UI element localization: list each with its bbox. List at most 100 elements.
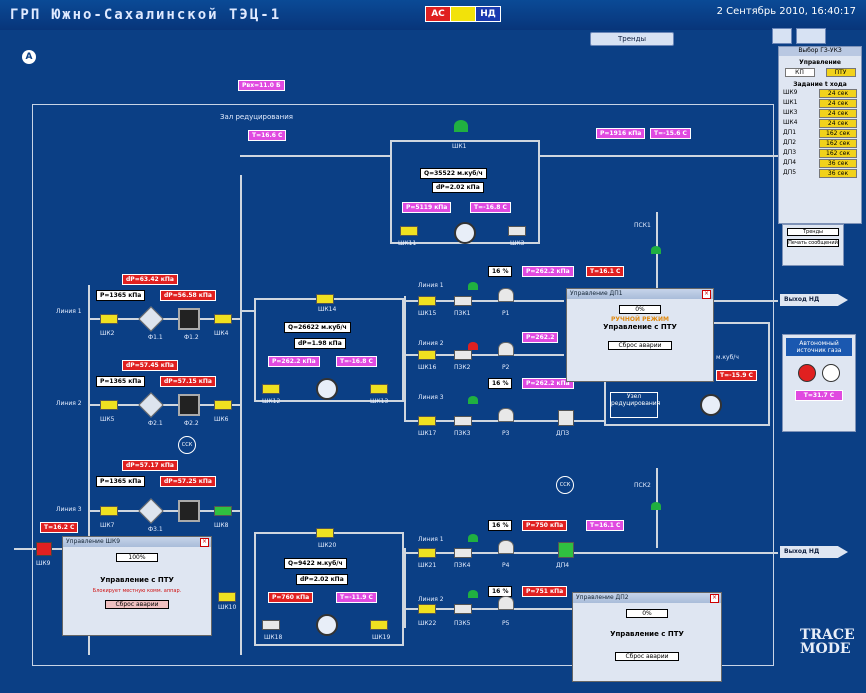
control-title: Управление	[799, 59, 841, 66]
bottom-line1-shk-valve[interactable]	[418, 548, 436, 558]
source-pump-white-icon[interactable]	[822, 364, 840, 382]
shk14-meter-icon[interactable]	[316, 378, 338, 400]
filter1-element-2[interactable]	[178, 308, 200, 330]
top-line2-ptk-valve[interactable]	[454, 350, 472, 360]
timer-value[interactable]: 24 сек	[819, 89, 857, 98]
window-titlebar[interactable]: Управление ДП2 ×	[573, 593, 721, 603]
top-line1-label: Линия 1	[418, 282, 444, 289]
shk18-valve[interactable]	[262, 620, 280, 630]
top-line2-regulator[interactable]	[498, 342, 514, 356]
timer-value[interactable]: 36 сек	[819, 159, 857, 168]
filter2-dp2: dP=57.15 кПа	[160, 376, 216, 387]
filter1-f1: Ф1.1	[148, 334, 163, 341]
filter2-valve-a[interactable]	[100, 400, 118, 410]
top-line3-ptk-valve[interactable]	[454, 416, 472, 426]
control-window-shk9[interactable]: Управление ШК9 × 100% Управление с ПТУ Бл…	[62, 536, 212, 636]
bottom-line1-regulator[interactable]	[498, 540, 514, 554]
shk13-valve[interactable]	[370, 384, 388, 394]
top-line1-regulator[interactable]	[498, 288, 514, 302]
control-window-dp1[interactable]: Управление ДП1 × 0% РУЧНОЙ РЕЖИМ Управлен…	[566, 288, 714, 382]
shk12-label: ШК12	[262, 398, 281, 405]
node-temp: T=-15.9 С	[716, 370, 757, 381]
timer-value[interactable]: 24 сек	[819, 119, 857, 128]
source-pump-red-icon[interactable]	[798, 364, 816, 382]
status-yellow[interactable]	[450, 6, 476, 22]
timer-value[interactable]: 36 сек	[819, 169, 857, 178]
timer-value[interactable]: 24 сек	[819, 109, 857, 118]
mode-kp-button[interactable]: КП	[784, 68, 815, 77]
mode-ptu-button[interactable]: ПТУ	[825, 68, 856, 77]
print-messages-button[interactable]: Печать сообщений	[787, 239, 839, 247]
print-icon[interactable]	[796, 28, 826, 44]
psk2-valve[interactable]	[651, 502, 661, 510]
control-mode: Управление с ПТУ	[100, 576, 174, 584]
shk13-label: ШК13	[370, 398, 389, 405]
bottom-line1-shk-label: ШК21	[418, 562, 437, 569]
bottom-line2-shk-valve[interactable]	[418, 604, 436, 614]
reset-alarm-button[interactable]: Сброс аварии	[608, 341, 672, 350]
trends-button[interactable]: Тренды	[590, 32, 674, 46]
timer-row: ДП1 162 сек	[783, 129, 857, 138]
bottom-line1-ptk-valve[interactable]	[454, 548, 472, 558]
shk20-meter-icon[interactable]	[316, 614, 338, 636]
window-titlebar[interactable]: Управление ДП1 ×	[567, 289, 713, 299]
top-line2-shk-valve[interactable]	[418, 350, 436, 360]
section-a-badge: A	[22, 50, 36, 64]
shk1-meter-icon[interactable]	[454, 222, 476, 244]
close-icon[interactable]: ×	[200, 538, 209, 547]
output-nd-2[interactable]: Выход НД	[780, 546, 848, 558]
timer-value[interactable]: 162 сек	[819, 139, 857, 148]
filter1-valve-b[interactable]	[214, 314, 232, 324]
filter3-valve-a[interactable]	[100, 506, 118, 516]
filter2-element-2[interactable]	[178, 394, 200, 416]
shk1-valve-actuator[interactable]	[454, 120, 468, 132]
shk12-valve[interactable]	[262, 384, 280, 394]
window-titlebar[interactable]: Управление ШК9 ×	[63, 537, 211, 547]
reset-alarm-button[interactable]: Сброс аварии	[105, 600, 169, 609]
psk1-label: ПСК1	[634, 222, 651, 229]
filter1-shk-b: ШК4	[214, 330, 229, 337]
shk20-dp: dP=2.02 кПа	[296, 574, 348, 585]
timer-value[interactable]: 162 сек	[819, 149, 857, 158]
shk20-valve[interactable]	[316, 528, 334, 538]
status-nd[interactable]: НД	[475, 6, 501, 22]
filter3-valve-b[interactable]	[214, 506, 232, 516]
status-ac[interactable]: АС	[425, 6, 451, 22]
top-line3-shk-valve[interactable]	[418, 416, 436, 426]
filter3-shk-a: ШК7	[100, 522, 115, 529]
filter3-element-2[interactable]	[178, 500, 200, 522]
top-line1-shk-valve[interactable]	[418, 296, 436, 306]
timer-value[interactable]: 24 сек	[819, 99, 857, 108]
timer-value[interactable]: 162 сек	[819, 129, 857, 138]
top-line1-ptk-valve[interactable]	[454, 296, 472, 306]
collector-pipe	[240, 175, 242, 655]
top-line3-label: Линия 3	[418, 394, 444, 401]
filter2-shk-b: ШК6	[214, 416, 229, 423]
shk1-temp: T=-16.8 С	[470, 202, 511, 213]
close-icon[interactable]: ×	[710, 594, 719, 603]
dp3-valve[interactable]	[558, 410, 574, 426]
trends-side-button[interactable]: Тренды	[787, 228, 839, 236]
bottom-line2-ptk-valve[interactable]	[454, 604, 472, 614]
autosrc-title: Автономный источник газа	[786, 338, 852, 356]
shk10-valve[interactable]	[218, 592, 236, 602]
filter1-valve-a[interactable]	[100, 314, 118, 324]
timer-row: ШК9 24 сек	[783, 89, 857, 98]
shk11-valve[interactable]	[400, 226, 418, 236]
user-icon[interactable]	[772, 28, 792, 44]
node-meter-icon[interactable]	[700, 394, 722, 416]
control-window-dp2[interactable]: Управление ДП2 × 0% Управление с ПТУ Сбро…	[572, 592, 722, 682]
shk14-valve[interactable]	[316, 294, 334, 304]
filter2-valve-b[interactable]	[214, 400, 232, 410]
bottom-line2-regulator[interactable]	[498, 596, 514, 610]
shk19-valve[interactable]	[370, 620, 388, 630]
output-nd-1[interactable]: Выход НД	[780, 294, 848, 306]
top-line3-regulator[interactable]	[498, 408, 514, 422]
dp4-valve[interactable]	[558, 542, 574, 558]
psk1-valve[interactable]	[651, 246, 661, 254]
close-icon[interactable]: ×	[702, 290, 711, 299]
node-flow: м.куб/ч	[716, 354, 739, 361]
reset-alarm-button[interactable]: Сброс аварии	[615, 652, 679, 661]
shk3-valve[interactable]	[508, 226, 526, 236]
shk9-valve[interactable]	[36, 542, 52, 556]
